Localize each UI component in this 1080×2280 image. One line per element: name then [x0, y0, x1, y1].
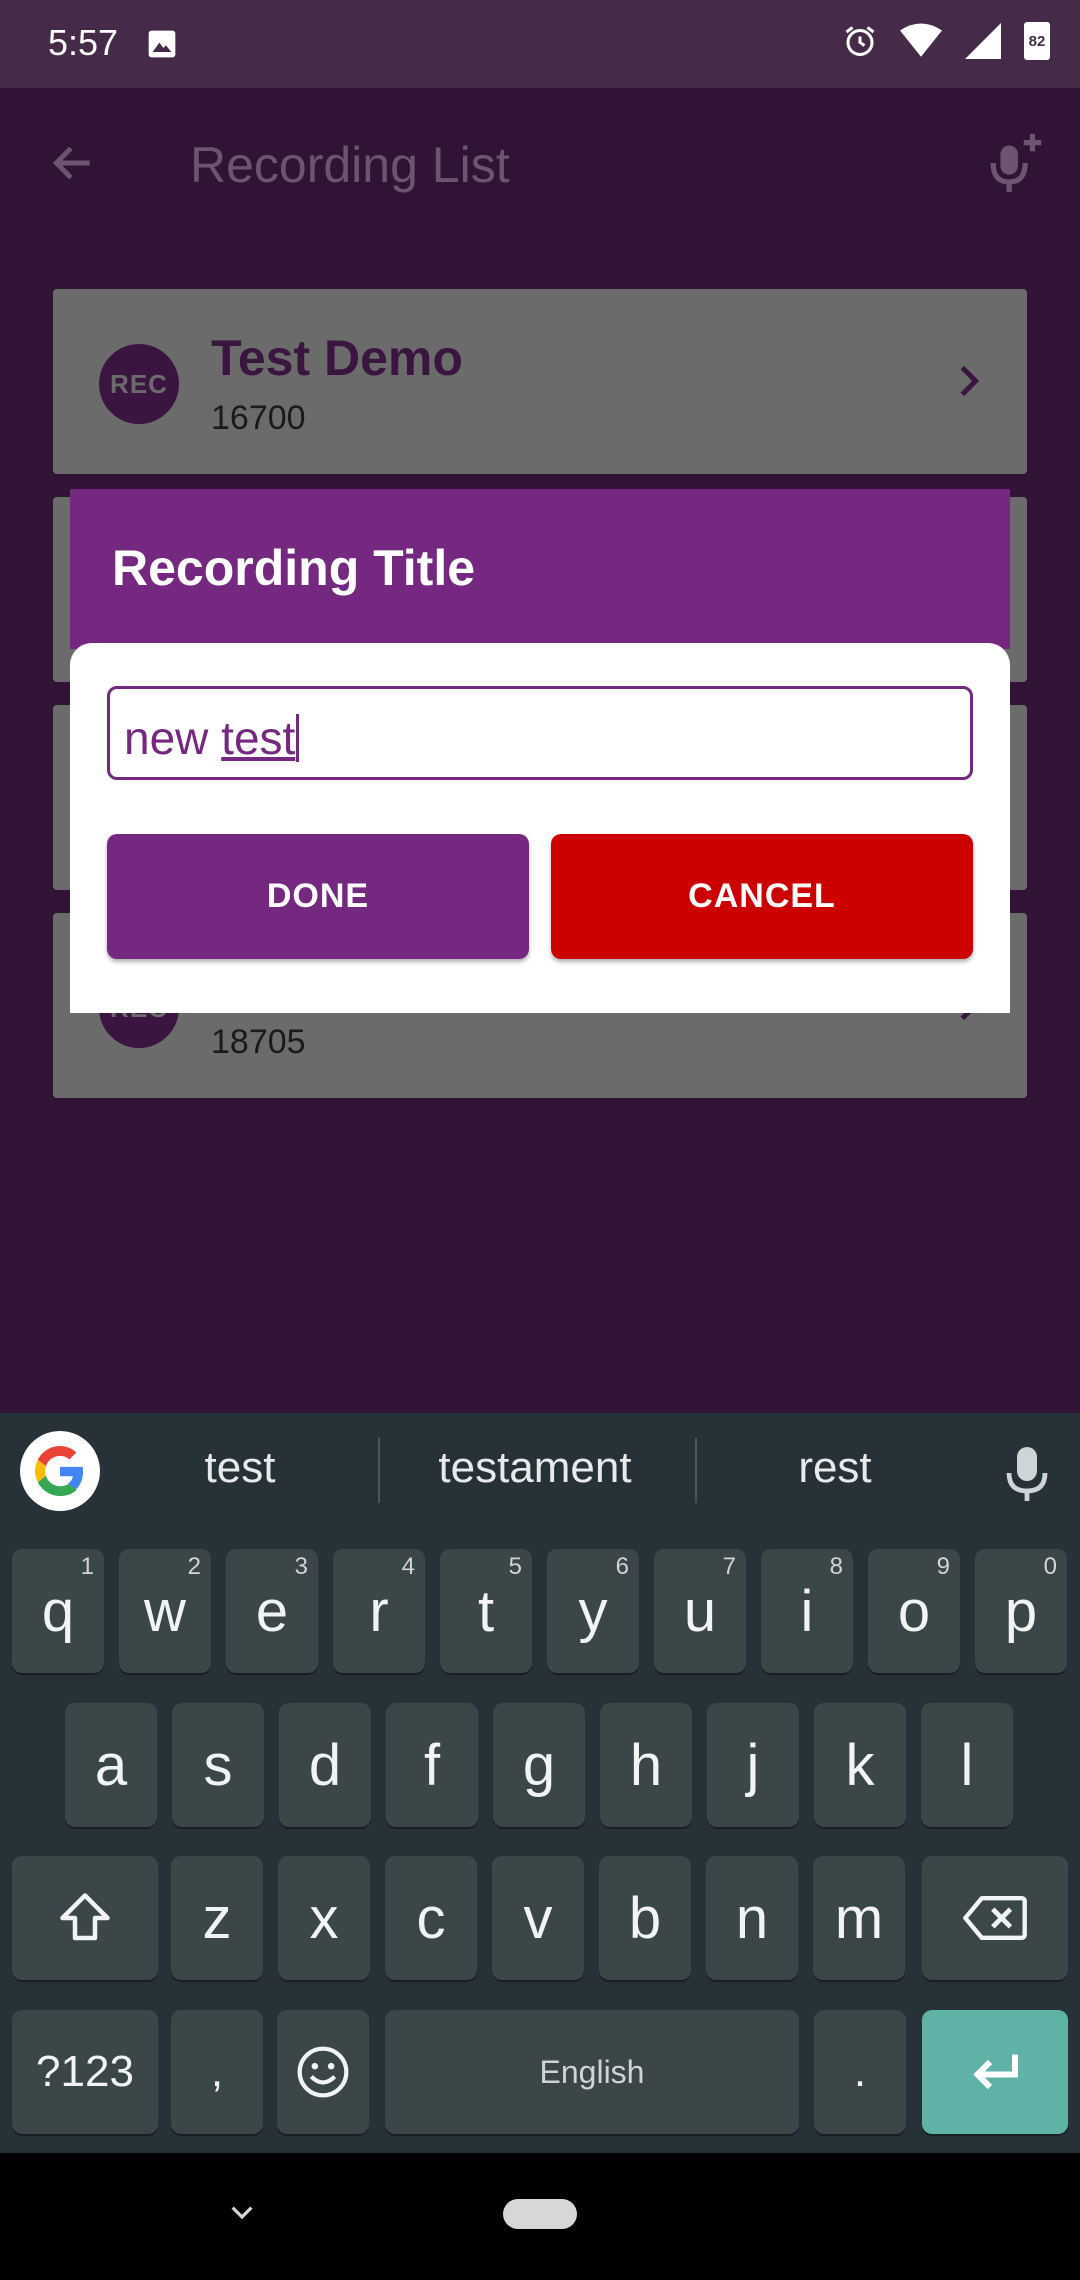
key-q[interactable]: q1 [12, 1549, 104, 1673]
key-hint: 6 [615, 1553, 629, 1580]
back-arrow-icon[interactable] [48, 138, 98, 188]
dialog-body: new test DONE CANCEL [70, 643, 1010, 1013]
page-title: Recording List [190, 137, 510, 193]
done-button[interactable]: DONE [107, 834, 529, 959]
wifi-icon [900, 23, 942, 57]
key-label: u [683, 1578, 717, 1644]
input-text: new [124, 712, 222, 764]
composing-text: test [221, 712, 296, 764]
recording-title: Test Demo [211, 330, 463, 386]
key-hint: 1 [80, 1553, 94, 1580]
recording-title-input[interactable]: new test [107, 686, 973, 780]
key-t[interactable]: t5 [440, 1549, 532, 1673]
comma-key[interactable]: , [171, 2010, 263, 2134]
app-bar: Recording List [0, 88, 1080, 240]
voice-input-mic-icon[interactable] [1002, 1443, 1052, 1503]
key-label: w [144, 1578, 186, 1644]
key-b[interactable]: b [599, 1856, 691, 1980]
enter-key[interactable] [922, 2010, 1068, 2134]
key-l[interactable]: l [921, 1703, 1013, 1827]
battery-level: 82 [1028, 32, 1046, 50]
key-hint: 2 [187, 1553, 201, 1580]
key-m[interactable]: m [813, 1856, 905, 1980]
key-i[interactable]: i8 [761, 1549, 853, 1673]
key-p[interactable]: p0 [975, 1549, 1067, 1673]
key-h[interactable]: h [600, 1703, 692, 1827]
image-icon [148, 30, 176, 58]
key-g[interactable]: g [493, 1703, 585, 1827]
battery-icon: 82 [1024, 22, 1050, 60]
key-k[interactable]: k [814, 1703, 906, 1827]
dialog-header: Recording Title [70, 489, 1010, 649]
input-value: new test [124, 711, 300, 765]
home-pill[interactable] [503, 2199, 577, 2229]
soft-keyboard: test testament rest q1w2e3r4t5y6u7i8o9p0… [0, 1413, 1080, 2153]
key-x[interactable]: x [278, 1856, 370, 1980]
recording-value: 16700 [211, 399, 306, 437]
key-label: q [41, 1578, 75, 1644]
backspace-key[interactable] [922, 1856, 1068, 1980]
period-key[interactable]: . [814, 2010, 906, 2134]
key-label: o [897, 1578, 931, 1644]
emoji-key[interactable] [277, 2010, 369, 2134]
key-y[interactable]: y6 [547, 1549, 639, 1673]
status-time: 5:57 [48, 22, 119, 63]
alarm-icon [845, 26, 875, 56]
key-d[interactable]: d [279, 1703, 371, 1827]
key-hint: 5 [508, 1553, 522, 1580]
key-label: i [800, 1578, 814, 1644]
key-hint: 4 [401, 1553, 415, 1580]
shift-key[interactable] [12, 1856, 158, 1980]
key-label: r [369, 1578, 389, 1644]
space-key[interactable]: English [385, 2010, 799, 2134]
key-s[interactable]: s [172, 1703, 264, 1827]
text-caret [296, 714, 300, 762]
key-hint: 0 [1043, 1553, 1057, 1580]
key-v[interactable]: v [492, 1856, 584, 1980]
cancel-button[interactable]: CANCEL [551, 834, 973, 959]
key-hint: 8 [829, 1553, 843, 1580]
google-g-icon[interactable] [20, 1431, 100, 1511]
add-recording-mic-icon[interactable] [980, 128, 1050, 198]
key-j[interactable]: j [707, 1703, 799, 1827]
suggestion-item[interactable]: rest [720, 1443, 950, 1493]
chevron-right-icon [960, 365, 980, 397]
key-f[interactable]: f [386, 1703, 478, 1827]
key-label: y [578, 1578, 608, 1644]
hide-keyboard-chevron-icon[interactable] [226, 2197, 258, 2229]
dialog-title: Recording Title [112, 540, 476, 596]
symbols-key[interactable]: ?123 [12, 2010, 158, 2134]
key-label: e [255, 1578, 289, 1644]
key-o[interactable]: o9 [868, 1549, 960, 1673]
key-e[interactable]: e3 [226, 1549, 318, 1673]
recording-value: 18705 [211, 1023, 306, 1061]
cell-signal-icon [965, 23, 1001, 59]
key-hint: 7 [722, 1553, 736, 1580]
key-c[interactable]: c [385, 1856, 477, 1980]
key-hint: 3 [294, 1553, 308, 1580]
suggestion-item[interactable]: test [130, 1443, 350, 1493]
rec-badge: REC [99, 344, 179, 424]
key-z[interactable]: z [171, 1856, 263, 1980]
key-n[interactable]: n [706, 1856, 798, 1980]
key-a[interactable]: a [65, 1703, 157, 1827]
status-bar: 5:57 82 [0, 0, 1080, 88]
suggestion-divider [378, 1438, 380, 1503]
suggestion-item[interactable]: testament [395, 1443, 675, 1493]
recording-card[interactable]: REC Test Demo 16700 [53, 289, 1027, 474]
suggestion-divider [695, 1438, 697, 1503]
navigation-bar [0, 2153, 1080, 2280]
key-u[interactable]: u7 [654, 1549, 746, 1673]
key-hint: 9 [936, 1553, 950, 1580]
key-label: p [1004, 1578, 1038, 1644]
key-label: t [477, 1578, 495, 1644]
key-w[interactable]: w2 [119, 1549, 211, 1673]
key-r[interactable]: r4 [333, 1549, 425, 1673]
suggestion-strip: test testament rest [0, 1413, 1080, 1533]
